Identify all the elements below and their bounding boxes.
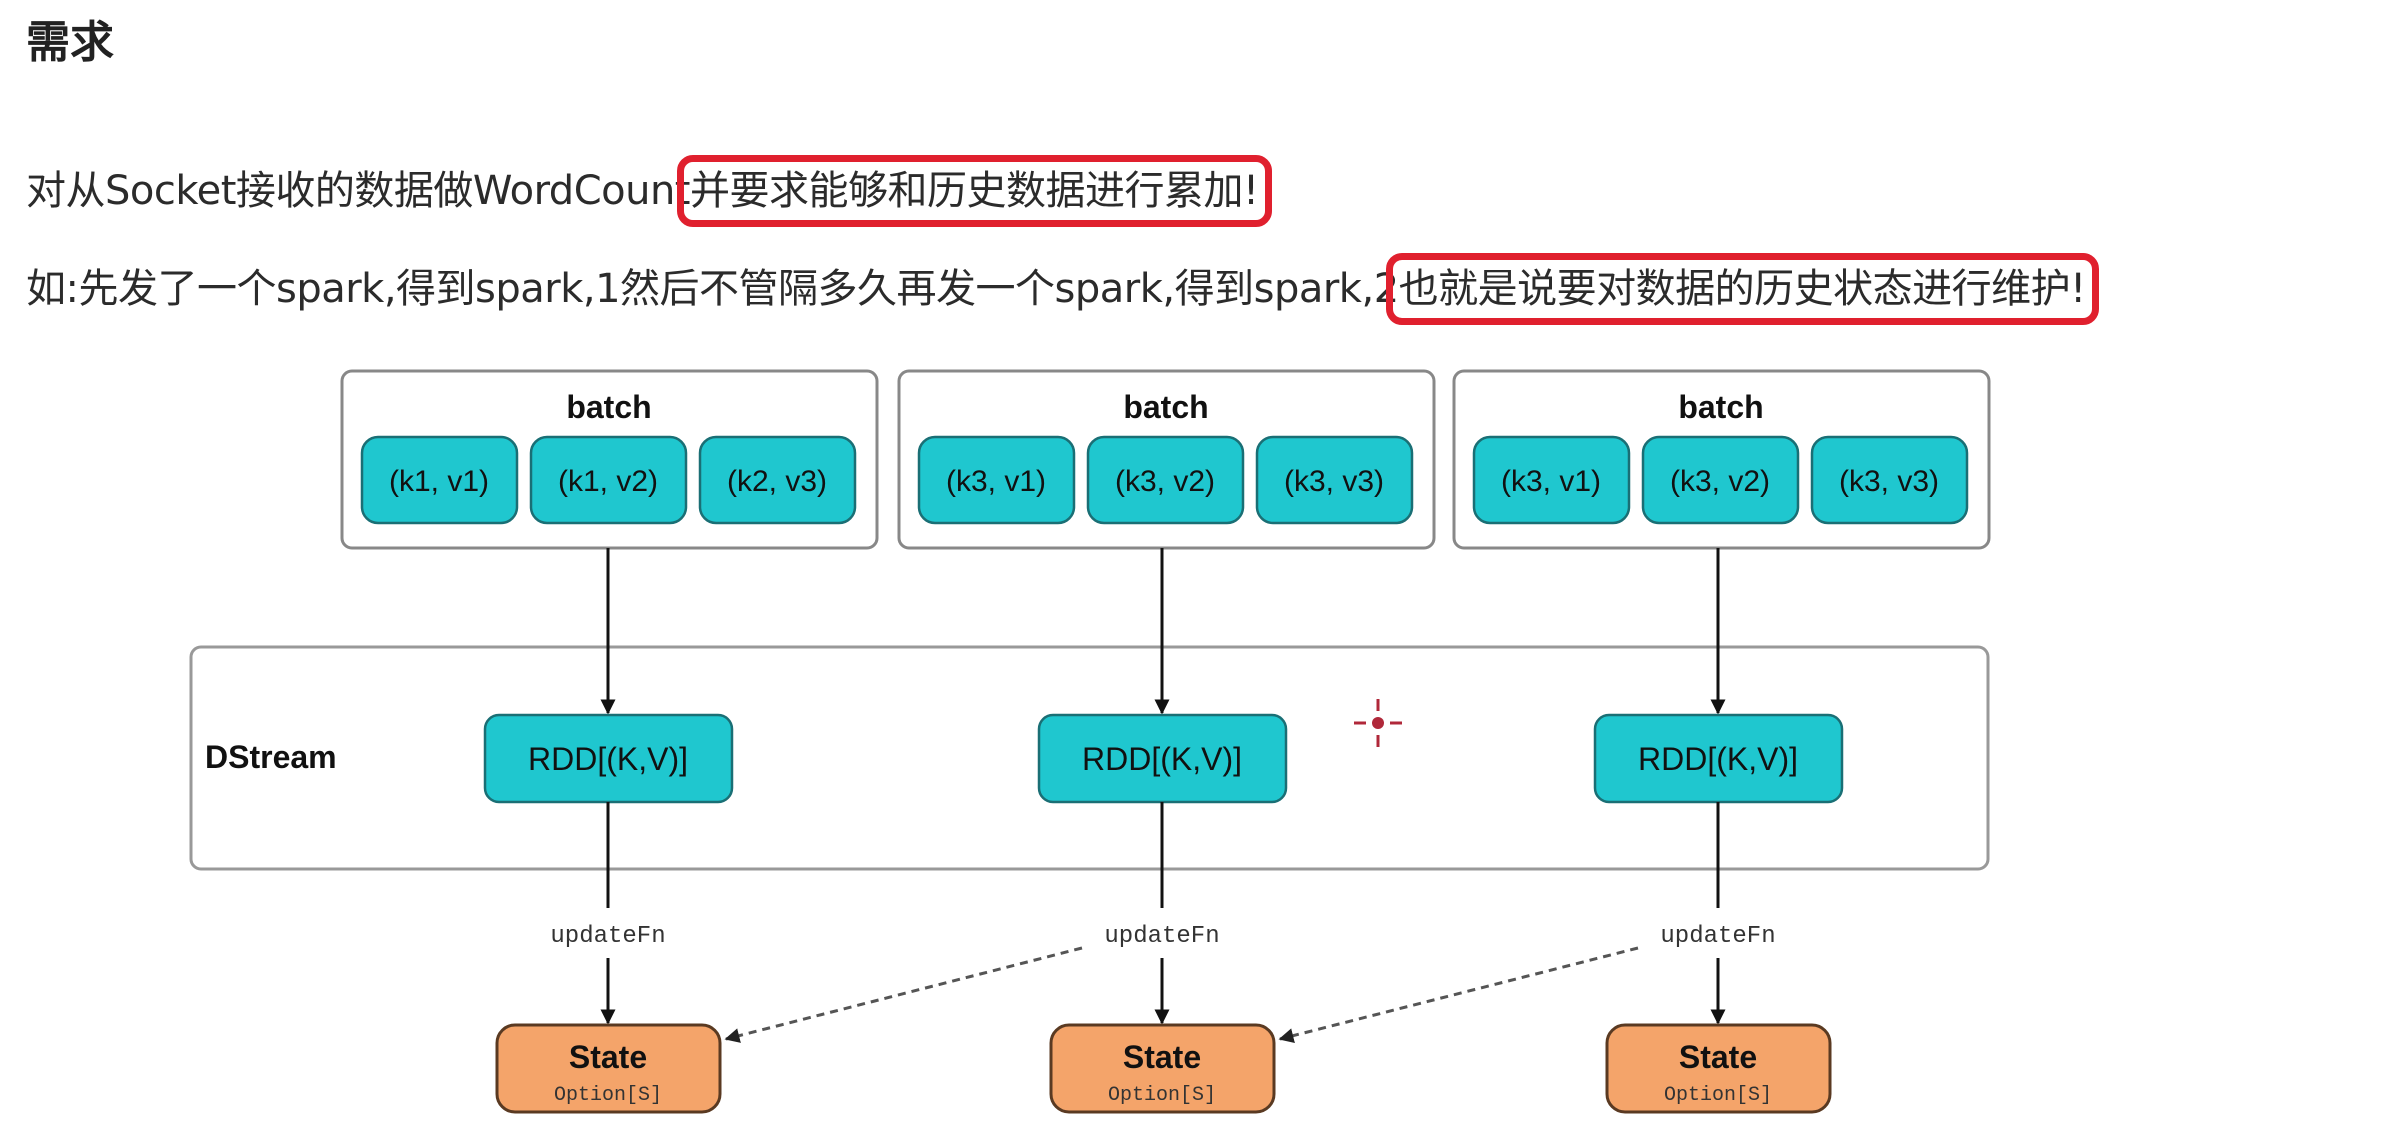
batch-label: batch [1123, 389, 1208, 425]
state-title: State [1123, 1039, 1201, 1075]
rdd-label: RDD[(K,V)] [528, 741, 688, 777]
state-title: State [1679, 1039, 1757, 1075]
state-title: State [569, 1039, 647, 1075]
key-value-label: (k3, v1) [1501, 465, 1601, 498]
state-type: Option[S] [1108, 1084, 1216, 1107]
batch-label: batch [1678, 389, 1763, 425]
update-fn-label: updateFn [1104, 923, 1219, 950]
key-value-label: (k3, v2) [1115, 465, 1215, 498]
update-fn-label: updateFn [1660, 923, 1775, 950]
batch-label: batch [566, 389, 651, 425]
update-state-diagram: DStream batch (k1, v1) (k1, v2) (k2, v3) RDD… [189, 369, 1991, 1114]
previous-state-dashed-arrow [1278, 946, 1639, 1043]
dstream-label: DStream [205, 739, 337, 775]
update-fn-label: updateFn [550, 923, 665, 950]
state-type: Option[S] [1664, 1084, 1772, 1107]
key-value-label: (k3, v1) [946, 465, 1046, 498]
key-value-label: (k1, v1) [389, 465, 489, 498]
key-value-label: (k3, v3) [1284, 465, 1384, 498]
previous-state-dashed-arrow [724, 946, 1083, 1043]
key-value-label: (k3, v2) [1670, 465, 1770, 498]
rdd-label: RDD[(K,V)] [1638, 741, 1798, 777]
key-value-label: (k2, v3) [727, 465, 827, 498]
key-value-label: (k1, v2) [558, 465, 658, 498]
key-value-label: (k3, v3) [1839, 465, 1939, 498]
rdd-label: RDD[(K,V)] [1082, 741, 1242, 777]
state-type: Option[S] [554, 1084, 662, 1107]
